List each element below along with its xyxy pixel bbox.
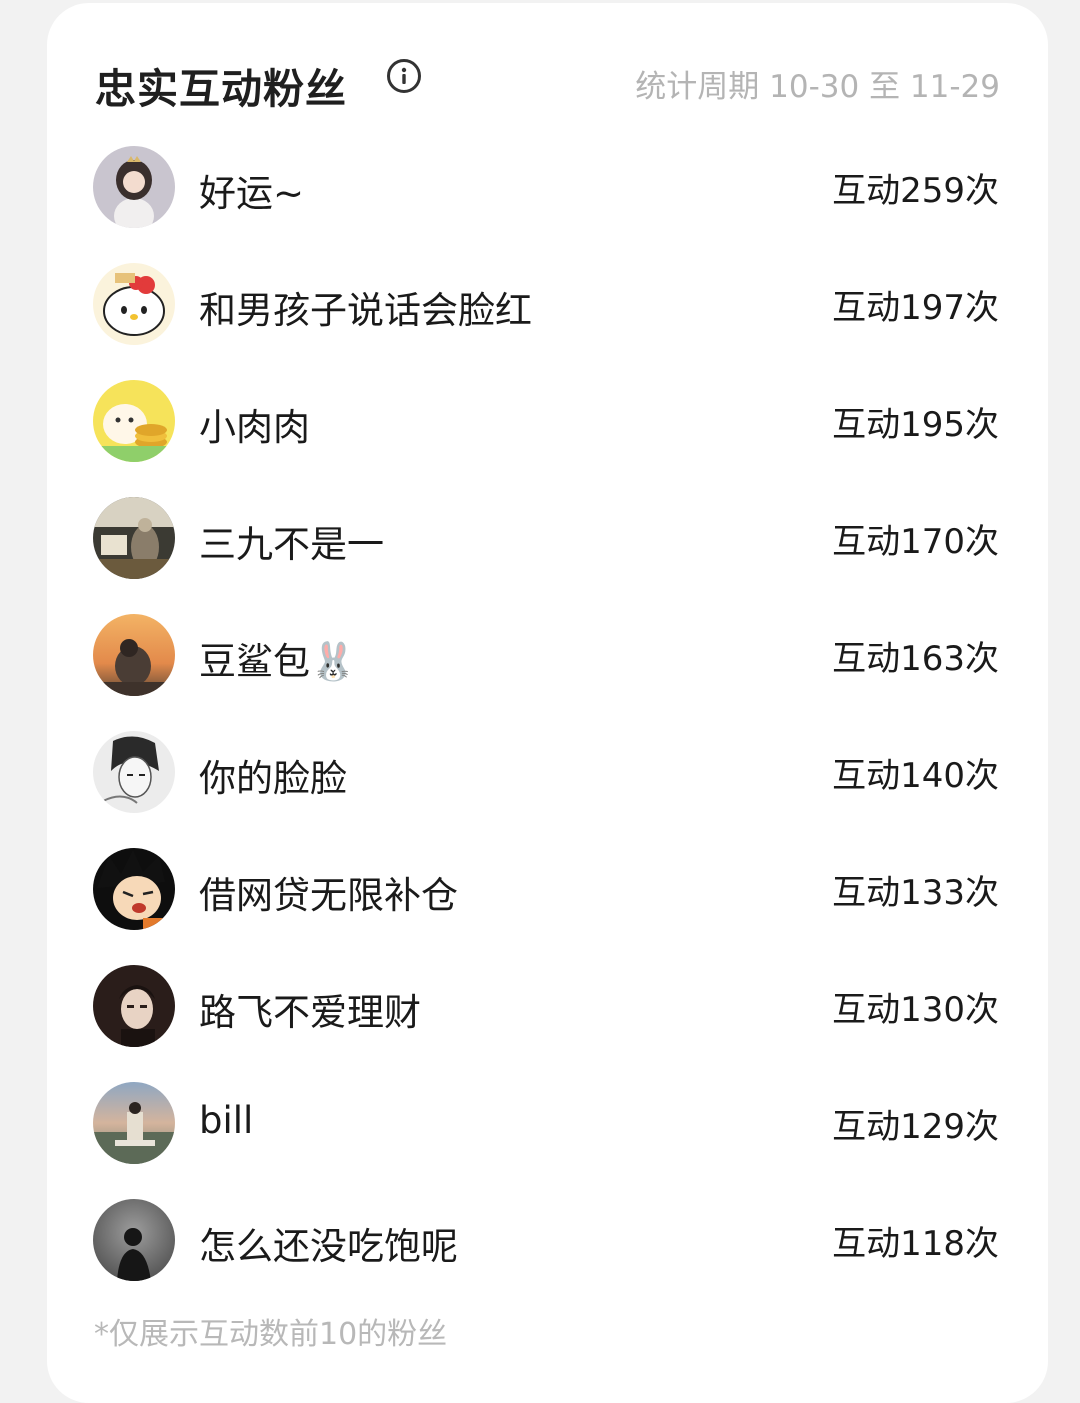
avatar[interactable] [93,146,175,228]
interaction-count: 互动129次 [832,1107,999,1147]
avatar[interactable] [93,1082,175,1164]
fan-name: 借网贷无限补仓 [199,874,458,917]
fan-name: 和男孩子说话会脸红 [199,289,532,332]
avatar[interactable] [93,731,175,813]
avatar[interactable] [93,965,175,1047]
fan-row[interactable]: 小肉肉 互动195次 [93,377,999,494]
interaction-count: 互动133次 [832,873,999,913]
fan-name: 怎么还没吃饱呢 [199,1225,458,1268]
avatar[interactable] [93,614,175,696]
fan-row[interactable]: 你的脸脸 互动140次 [93,728,999,845]
fan-row[interactable]: 借网贷无限补仓 互动133次 [93,845,999,962]
fan-name: bill [199,1099,254,1142]
interaction-count: 互动163次 [832,639,999,679]
fan-name: 好运~ [199,172,305,215]
avatar[interactable] [93,1199,175,1281]
fan-row[interactable]: 路飞不爱理财 互动130次 [93,962,999,1079]
fan-row[interactable]: bill 互动129次 [93,1079,999,1196]
fan-name: 三九不是一 [199,523,384,566]
fan-row[interactable]: 和男孩子说话会脸红 互动197次 [93,260,999,377]
loyal-fans-card: 忠实互动粉丝 统计周期 10-30 至 11-29 好运~ 互动259次 和男孩… [47,3,1048,1403]
fan-name: 小肉肉 [199,406,310,449]
footnote: *仅展示互动数前10的粉丝 [94,1317,448,1352]
fan-list: 好运~ 互动259次 和男孩子说话会脸红 互动197次 小肉肉 互动195次 三… [93,143,999,1313]
interaction-count: 互动195次 [832,405,999,445]
fan-row[interactable]: 怎么还没吃饱呢 互动118次 [93,1196,999,1313]
interaction-count: 互动170次 [832,522,999,562]
fan-row[interactable]: 豆鲨包🐰 互动163次 [93,611,999,728]
fan-row[interactable]: 好运~ 互动259次 [93,143,999,260]
avatar[interactable] [93,263,175,345]
fan-name: 豆鲨包🐰 [199,640,357,683]
interaction-count: 互动140次 [832,756,999,796]
fan-row[interactable]: 三九不是一 互动170次 [93,494,999,611]
avatar[interactable] [93,380,175,462]
interaction-count: 互动197次 [832,288,999,328]
interaction-count: 互动118次 [832,1224,999,1264]
card-title: 忠实互动粉丝 [95,65,347,113]
fan-name: 你的脸脸 [199,757,347,800]
avatar[interactable] [93,848,175,930]
avatar[interactable] [93,497,175,579]
card-header: 忠实互动粉丝 统计周期 10-30 至 11-29 [95,53,1000,113]
fan-name: 路飞不爱理财 [199,991,421,1034]
interaction-count: 互动130次 [832,990,999,1030]
interaction-count: 互动259次 [832,171,999,211]
info-circle-icon[interactable] [387,59,421,93]
statistics-period: 统计周期 10-30 至 11-29 [635,69,1000,105]
